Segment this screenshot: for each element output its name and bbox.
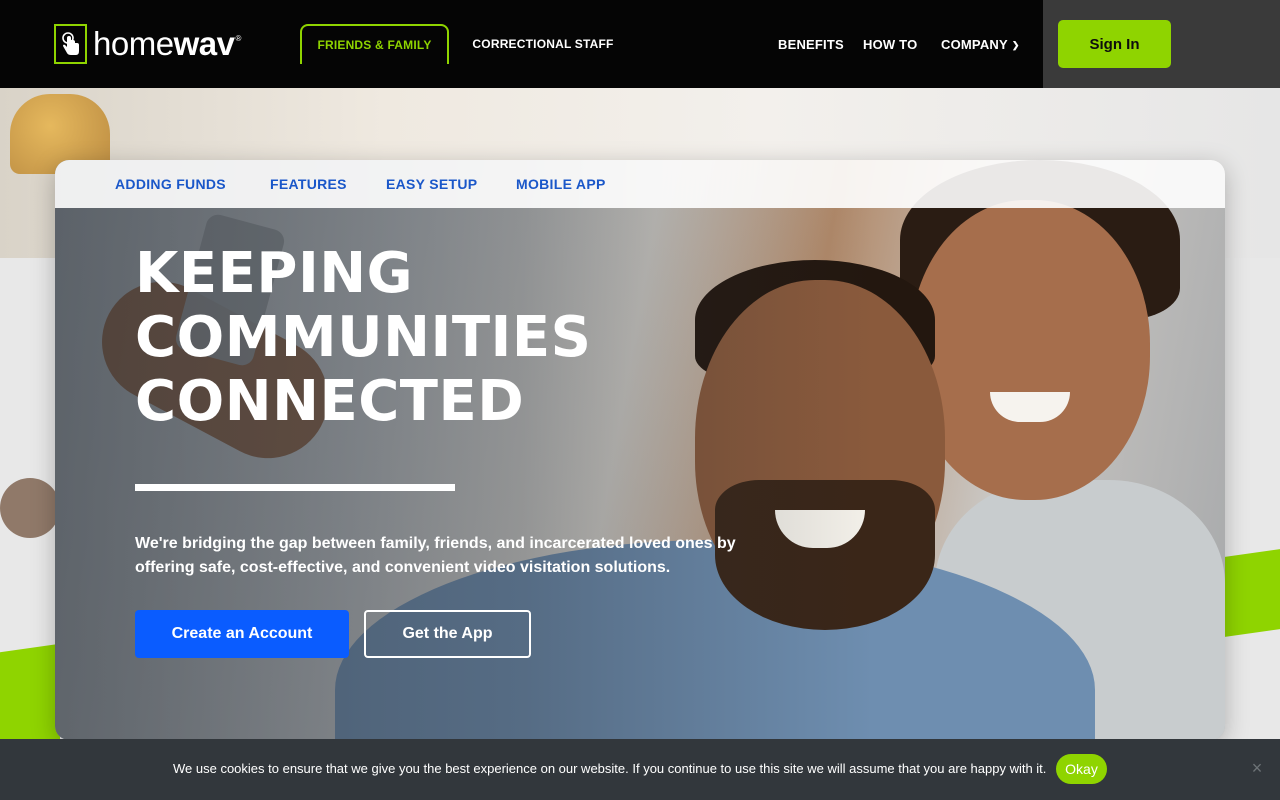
homewav-logo[interactable]: homewav ® xyxy=(54,24,241,64)
nav-company[interactable]: COMPANY ❯ xyxy=(941,37,1020,52)
headline-line-1: KEEPING xyxy=(135,241,414,306)
registered-mark: ® xyxy=(235,34,242,43)
nav-benefits[interactable]: BENEFITS xyxy=(778,37,844,52)
headline-line-2: COMMUNITIES xyxy=(135,305,592,370)
subnav-adding-funds[interactable]: ADDING FUNDS xyxy=(115,176,226,192)
subnav-mobile-app[interactable]: MOBILE APP xyxy=(516,176,606,192)
tab-friends-family[interactable]: FRIENDS & FAMILY xyxy=(300,24,449,64)
accent-stripe-left xyxy=(0,643,60,753)
hero-card: ADDING FUNDS FEATURES EASY SETUP MOBILE … xyxy=(55,160,1225,740)
hand-tap-icon xyxy=(54,24,87,64)
get-the-app-button[interactable]: Get the App xyxy=(364,610,531,658)
cookie-banner: We use cookies to ensure that we give yo… xyxy=(0,739,1280,800)
nav-company-label: COMPANY xyxy=(941,37,1008,52)
close-icon[interactable]: × xyxy=(1248,759,1266,777)
create-account-button[interactable]: Create an Account xyxy=(135,610,349,658)
subnav-features[interactable]: FEATURES xyxy=(270,176,347,192)
tab-correctional-staff[interactable]: CORRECTIONAL STAFF xyxy=(462,24,624,64)
accent-stripe-right xyxy=(1225,549,1280,637)
nav-how-to[interactable]: HOW TO xyxy=(863,37,917,52)
cookie-message: We use cookies to ensure that we give yo… xyxy=(173,761,1047,776)
sign-in-area: Sign In xyxy=(1043,0,1280,88)
subnav-easy-setup[interactable]: EASY SETUP xyxy=(386,176,477,192)
chevron-down-icon: ❯ xyxy=(1011,40,1020,50)
cookie-okay-button[interactable]: Okay xyxy=(1056,754,1107,784)
headline-divider xyxy=(135,484,455,491)
hero-headline: KEEPING COMMUNITIES CONNECTED xyxy=(135,242,591,434)
section-subnav: ADDING FUNDS FEATURES EASY SETUP MOBILE … xyxy=(55,160,1225,208)
kitchen-shelf xyxy=(0,478,60,538)
hero-tagline: We're bridging the gap between family, f… xyxy=(135,535,736,576)
sign-in-button[interactable]: Sign In xyxy=(1058,20,1171,68)
top-navbar: homewav ® FRIENDS & FAMILY CORRECTIONAL … xyxy=(0,0,1280,88)
headline-line-3: CONNECTED xyxy=(135,369,525,434)
logo-wordmark: homewav xyxy=(93,25,235,62)
